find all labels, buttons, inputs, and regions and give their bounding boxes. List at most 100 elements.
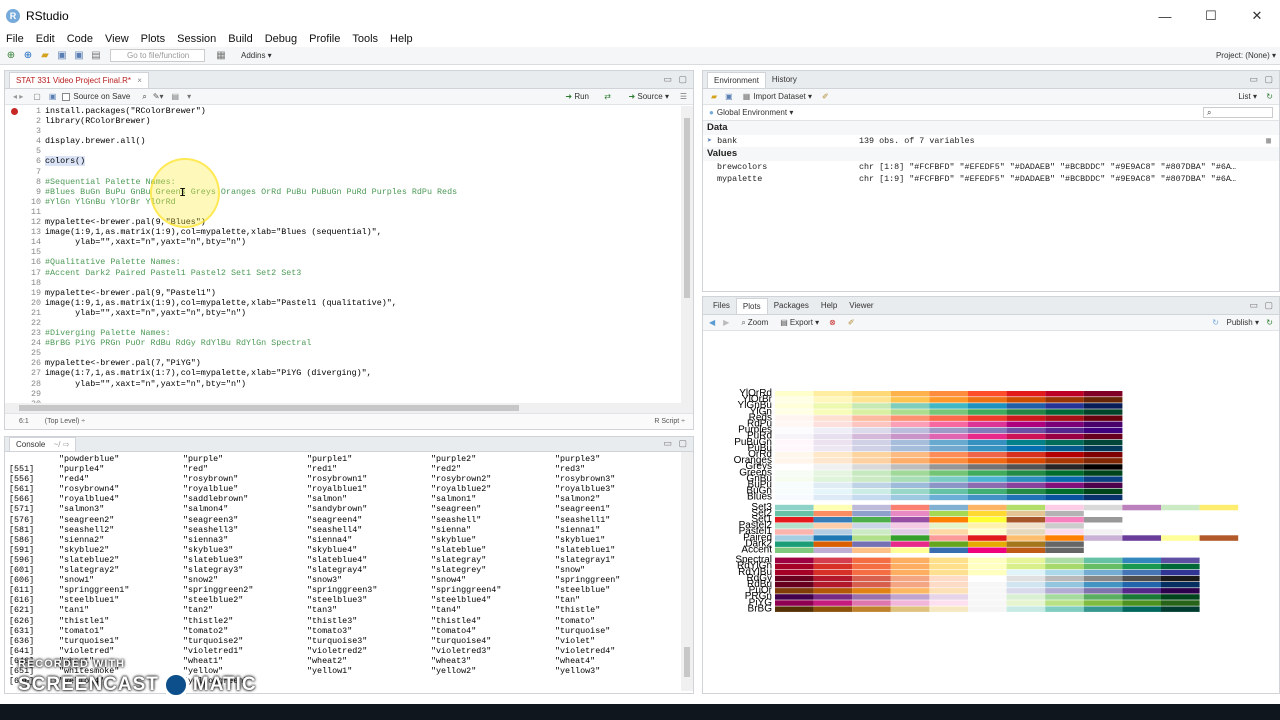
tab-plots[interactable]: Plots [735, 298, 768, 314]
menu-item-tools[interactable]: Tools [352, 33, 378, 45]
search-icon[interactable]: ⌕ [142, 92, 146, 102]
source-on-save-checkbox[interactable] [62, 92, 71, 101]
code-line[interactable] [45, 207, 681, 217]
compile-report-icon[interactable]: ▤ [172, 92, 180, 101]
menu-item-code[interactable]: Code [67, 33, 93, 45]
tab-viewer[interactable]: Viewer [843, 298, 879, 314]
global-environment-menu[interactable]: Global Environment ▾ [717, 108, 794, 117]
code-line[interactable]: library(RColorBrewer) [45, 116, 681, 126]
close-button[interactable]: ✕ [1234, 0, 1280, 32]
clear-broom-icon[interactable]: ✐ [822, 92, 829, 101]
refresh-icon[interactable]: ↻ [1266, 92, 1273, 101]
code-line[interactable] [45, 389, 681, 399]
menu-item-session[interactable]: Session [177, 33, 216, 45]
code-line[interactable]: mypalette<-brewer.pal(9,"Blues") [45, 217, 681, 227]
menu-item-edit[interactable]: Edit [36, 33, 55, 45]
save-icon[interactable]: ▣ [56, 50, 68, 62]
view-table-icon[interactable]: ▦ [1266, 135, 1271, 147]
menu-item-build[interactable]: Build [228, 33, 252, 45]
tab-editor-file[interactable]: STAT 331 Video Project Final.R* × [9, 72, 149, 88]
rerun-icon[interactable]: ⇄ [604, 92, 611, 101]
close-tab-icon[interactable]: × [137, 76, 142, 85]
wand-icon[interactable]: ✎▾ [153, 92, 164, 101]
code-line[interactable] [45, 348, 681, 358]
code-line[interactable]: colors() [45, 156, 681, 167]
save-editor-icon[interactable]: ▣ [49, 92, 57, 101]
tab-history[interactable]: History [766, 72, 803, 88]
menu-item-profile[interactable]: Profile [309, 33, 340, 45]
show-in-window-icon[interactable]: ▢ [33, 92, 41, 101]
source-button[interactable]: ➜ Source ▾ [628, 92, 669, 101]
tab-console[interactable]: Console ~/ ⇨ [9, 437, 77, 451]
breakpoint-marker[interactable] [11, 108, 18, 115]
code-line[interactable]: #Diverging Palette Names: [45, 328, 681, 338]
clear-plots-broom-icon[interactable]: ✐ [848, 318, 855, 327]
goto-file-input[interactable]: Go to file/function [110, 49, 205, 62]
code-lines[interactable]: install.packages("RColorBrewer") library(… [45, 106, 681, 399]
code-line[interactable]: ylab="",xaxt="n",yaxt="n",bty="n") [45, 237, 681, 247]
menu-item-debug[interactable]: Debug [265, 33, 297, 45]
maximize-button[interactable]: ☐ [1188, 0, 1234, 32]
code-line[interactable] [45, 167, 681, 177]
code-line[interactable]: #YlGn YlGnBu YlOrBr YlOrRd [45, 197, 681, 207]
code-line[interactable]: #Blues BuGn BuPu GnBu Greens Greys Orang… [45, 187, 681, 197]
print-icon[interactable]: ▤ [90, 50, 102, 62]
menu-item-view[interactable]: View [105, 33, 129, 45]
editor-horizontal-scrollbar[interactable] [5, 403, 681, 413]
code-line[interactable]: #Accent Dark2 Paired Pastel1 Pastel2 Set… [45, 268, 681, 278]
code-line[interactable]: display.brewer.all() [45, 136, 681, 146]
tab-help[interactable]: Help [815, 298, 843, 314]
tab-packages[interactable]: Packages [768, 298, 815, 314]
plot-back-arrow-icon[interactable]: ◀ [709, 318, 715, 327]
compile-dropdown-icon[interactable]: ▾ [187, 92, 191, 101]
addins-menu[interactable]: Addins ▾ [241, 51, 272, 60]
import-dataset-menu[interactable]: Import Dataset ▾ [753, 92, 812, 101]
code-line[interactable]: #BrBG PiYG PRGn PuOr RdBu RdGy RdYlBu Rd… [45, 338, 681, 348]
export-menu[interactable]: Export ▾ [790, 318, 819, 327]
code-line[interactable] [45, 318, 681, 328]
code-line[interactable]: image(1:9,1,as.matrix(1:9),col=mypalette… [45, 227, 681, 237]
env-value-row[interactable]: brewcolors chr [1:8] "#FCFBFD" "#EFEDF5"… [703, 161, 1279, 173]
code-line[interactable]: #Sequential Palette Names: [45, 177, 681, 187]
code-line[interactable]: mypalette<-brewer.pal(7,"PiYG") [45, 358, 681, 368]
outline-icon[interactable]: ☰ [680, 92, 687, 101]
console-vertical-scrollbar[interactable] [681, 452, 693, 691]
grid-layout-icon[interactable]: ▦ [215, 50, 227, 62]
open-file-icon[interactable]: ▰ [39, 50, 51, 62]
view-mode-menu[interactable]: List ▾ [1238, 92, 1257, 101]
remove-plot-icon[interactable]: ⊗ [829, 318, 836, 327]
minimize-button[interactable]: — [1142, 0, 1188, 32]
scope-indicator[interactable]: (Top Level) ÷ [45, 418, 85, 425]
console-minmax-icon[interactable]: ▭ ▢ [663, 438, 689, 449]
env-data-row[interactable]: ➤ bank 139 obs. of 7 variables ▦ [703, 135, 1279, 147]
publish-menu[interactable]: Publish ▾ [1227, 318, 1259, 327]
code-line[interactable] [45, 247, 681, 257]
env-search-input[interactable]: ⌕ [1203, 107, 1273, 118]
console-output[interactable]: "powderblue" "purple" "purple1" "purple2" "p… [9, 454, 679, 691]
menu-item-plots[interactable]: Plots [141, 33, 165, 45]
run-button[interactable]: ➜ Run [565, 92, 589, 101]
code-line[interactable]: image(1:9,1,as.matrix(1:9),col=mypalette… [45, 298, 681, 308]
menu-item-file[interactable]: File [6, 33, 24, 45]
code-editor[interactable]: 1 2 3 4 5 6 7 8 9 10 11 12 13 14 15 16 17 18 19 20 21 22 23 24 2… [5, 106, 681, 419]
expand-icon[interactable]: ➤ [707, 136, 712, 146]
tab-files[interactable]: Files [707, 298, 736, 314]
save-workspace-icon[interactable]: ▣ [725, 92, 733, 101]
code-line[interactable]: #Qualitative Palette Names: [45, 257, 681, 267]
file-type-indicator[interactable]: R Script ÷ [654, 418, 685, 425]
console-path[interactable]: ~/ ⇨ [54, 440, 70, 449]
editor-vertical-scrollbar[interactable] [681, 106, 693, 413]
env-value-row[interactable]: mypalette chr [1:9] "#FCFBFD" "#EFEDF5" … [703, 173, 1279, 185]
tab-environment[interactable]: Environment [707, 72, 766, 88]
new-file-icon[interactable]: ⊕ [5, 50, 17, 62]
code-line[interactable]: image(1:7,1,as.matrix(1:7),col=mypalette… [45, 368, 681, 378]
save-all-icon[interactable]: ▣ [73, 50, 85, 62]
new-project-icon[interactable]: ⊕ [22, 50, 34, 62]
load-workspace-icon[interactable]: ▰ [711, 92, 717, 101]
code-line[interactable] [45, 126, 681, 136]
pane-minmax-icon[interactable]: ▭ ▢ [663, 74, 689, 85]
back-arrow-icon[interactable]: ◂ ▸ [13, 92, 23, 101]
code-line[interactable]: ylab="",xaxt="n",yaxt="n",bty="n") [45, 308, 681, 318]
code-line[interactable]: mypalette<-brewer.pal(9,"Pastel1") [45, 288, 681, 298]
menu-item-help[interactable]: Help [390, 33, 413, 45]
